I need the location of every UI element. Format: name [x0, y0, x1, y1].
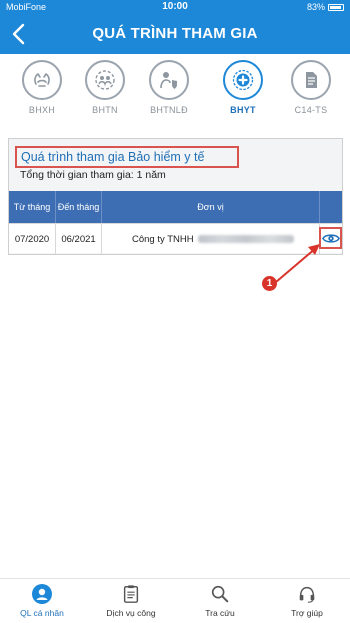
total-duration: Tổng thời gian tham gia: 1 năm: [20, 169, 166, 181]
clipboard-icon: [123, 585, 139, 603]
column-header-action: [320, 191, 342, 223]
tab-label: BHXH: [28, 105, 56, 115]
tab-bhtn[interactable]: BHTN: [77, 60, 133, 122]
highlight-box: Quá trình tham gia Bảo hiểm y tế: [15, 146, 239, 168]
battery-percent: 83%: [306, 2, 325, 12]
column-header-unit: Đơn vị: [102, 191, 320, 223]
nav-label: QL cá nhân: [20, 608, 64, 618]
tab-label: C14-TS: [294, 105, 328, 115]
annotation-arrow: [275, 244, 320, 283]
panel-title: Quá trình tham gia Bảo hiểm y tế: [21, 150, 205, 164]
hands-icon: [34, 72, 50, 87]
nav-item-personal[interactable]: QL cá nhân: [7, 583, 77, 618]
headset-icon: [299, 586, 315, 603]
column-header-from: Từ tháng: [9, 191, 56, 223]
page-title: QUÁ TRÌNH THAM GIA: [92, 25, 258, 42]
people-circle-icon: [95, 70, 115, 90]
app-header: QUÁ TRÌNH THAM GIA: [0, 14, 350, 54]
nav-item-help[interactable]: Trợ giúp: [272, 583, 342, 618]
nav-label: Trợ giúp: [291, 608, 323, 618]
cell-to: 06/2021: [56, 224, 102, 254]
battery-icon: [328, 3, 344, 11]
tab-bhyt[interactable]: BHYT: [215, 60, 271, 122]
user-circle-icon: [32, 584, 52, 604]
nav-label: Tra cứu: [205, 608, 235, 618]
tab-bhtnld[interactable]: BHTNLĐ: [141, 60, 197, 122]
tab-label: BHYT: [230, 105, 256, 115]
search-icon: [211, 585, 229, 603]
status-bar: MobiFone 10:00 83%: [0, 0, 350, 14]
medical-cross-icon: [232, 69, 254, 91]
unit-name: Công ty TNHH: [132, 233, 194, 245]
insurance-tabs: BHXH BHTN BHTNLĐ BHYT C14-TS: [0, 56, 350, 128]
worker-shield-icon: [160, 72, 177, 89]
tab-label: BHTN: [92, 105, 118, 115]
table-header: Từ tháng Đến tháng Đơn vị: [9, 191, 342, 223]
tab-bhxh[interactable]: BHXH: [14, 60, 70, 122]
document-icon: [306, 72, 317, 88]
nav-label: Dịch vụ công: [106, 608, 156, 618]
tab-label: BHTNLĐ: [150, 105, 188, 115]
panel-header: Quá trình tham gia Bảo hiểm y tế Tổng th…: [9, 139, 342, 189]
cell-from: 07/2020: [9, 224, 56, 254]
tab-c14-ts[interactable]: C14-TS: [283, 60, 339, 122]
nav-item-public-service[interactable]: Dịch vụ công: [96, 583, 166, 618]
battery-indicator: 83%: [307, 2, 344, 12]
column-header-to: Đến tháng: [56, 191, 102, 223]
bottom-nav: QL cá nhân Dịch vụ công Tra cứu Trợ giúp: [0, 578, 350, 623]
nav-item-lookup[interactable]: Tra cứu: [185, 583, 255, 618]
status-time: 10:00: [162, 1, 188, 12]
annotation-badge: 1: [262, 276, 277, 291]
